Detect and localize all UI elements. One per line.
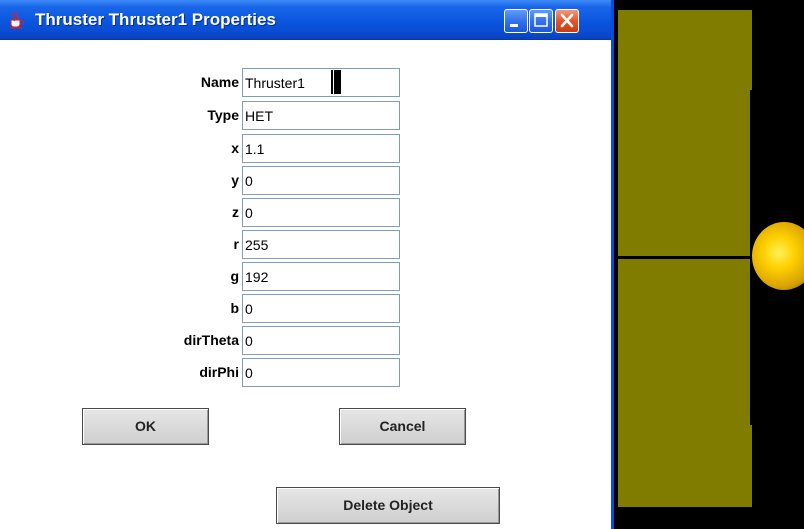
- cancel-button[interactable]: Cancel: [339, 408, 466, 445]
- scene-viewport[interactable]: [614, 0, 804, 529]
- minimize-button[interactable]: [504, 9, 528, 33]
- thruster-sphere[interactable]: [752, 222, 804, 290]
- panel-edge: [750, 425, 752, 507]
- b-label: b: [230, 300, 239, 316]
- name-label: Name: [200, 74, 239, 90]
- title-bar[interactable]: Thruster Thruster1 Properties: [0, 0, 611, 40]
- dirphi-label: dirPhi: [199, 364, 239, 380]
- panel-divider: [618, 256, 758, 259]
- x-field[interactable]: [242, 134, 400, 163]
- ok-button[interactable]: OK: [82, 408, 209, 445]
- java-coffee-cup-icon: [10, 11, 24, 29]
- solar-panel-top: [618, 10, 750, 256]
- text-cursor-block: [334, 70, 341, 94]
- g-field[interactable]: [242, 262, 400, 291]
- type-label: Type: [207, 107, 239, 123]
- delete-object-button[interactable]: Delete Object: [276, 487, 500, 524]
- properties-dialog: Thruster Thruster1 Properties Name Type: [0, 0, 614, 529]
- r-label: r: [233, 236, 239, 252]
- type-field[interactable]: [242, 101, 400, 130]
- close-icon: [560, 13, 574, 28]
- window-title: Thruster Thruster1 Properties: [35, 10, 276, 29]
- z-field[interactable]: [242, 198, 400, 227]
- panel-edge: [750, 10, 752, 90]
- text-caret: [331, 70, 333, 94]
- maximize-button[interactable]: [529, 9, 553, 33]
- y-field[interactable]: [242, 166, 400, 195]
- maximize-icon: [534, 13, 548, 27]
- dirtheta-field[interactable]: [242, 326, 400, 355]
- dirtheta-label: dirTheta: [183, 332, 239, 348]
- minimize-icon: [510, 24, 518, 27]
- name-field[interactable]: [242, 68, 400, 97]
- z-label: z: [232, 204, 239, 220]
- x-label: x: [231, 140, 239, 156]
- b-field[interactable]: [242, 294, 400, 323]
- g-label: g: [230, 268, 239, 284]
- r-field[interactable]: [242, 230, 400, 259]
- y-label: y: [231, 172, 239, 188]
- close-button[interactable]: [555, 9, 579, 33]
- dirphi-field[interactable]: [242, 358, 400, 387]
- solar-panel-bottom: [618, 259, 750, 507]
